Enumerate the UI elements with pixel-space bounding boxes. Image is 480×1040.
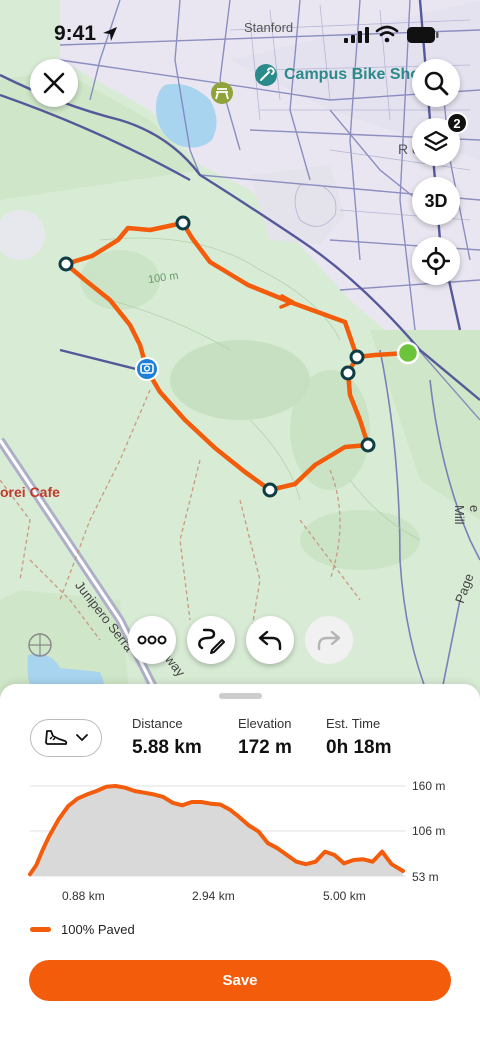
road-label-page-mill: e Mill <box>452 505 480 525</box>
undo-button[interactable] <box>246 616 294 664</box>
close-button[interactable] <box>30 59 78 107</box>
waypoint[interactable] <box>349 349 365 365</box>
status-bar: 9:41 <box>0 0 480 70</box>
est-time-value: 0h 18m <box>326 737 392 758</box>
waypoint[interactable] <box>360 437 376 453</box>
y-tick-label: 106 m <box>412 824 446 838</box>
more-dots-icon <box>137 635 167 645</box>
stat-elevation: Elevation 172 m <box>238 716 292 759</box>
search-button[interactable] <box>412 59 460 107</box>
viewpoint-marker <box>28 633 52 657</box>
est-time-label: Est. Time <box>326 716 381 731</box>
distance-label: Distance <box>132 716 183 731</box>
chevron-down-icon <box>76 734 88 742</box>
waypoint[interactable] <box>262 482 278 498</box>
route-draw-icon <box>198 628 225 654</box>
elevation-value: 172 m <box>238 737 292 758</box>
legend-label: 100% Paved <box>61 922 135 937</box>
photo-marker[interactable] <box>135 357 159 381</box>
shoe-icon <box>45 730 68 745</box>
x-tick-label: 0.88 km <box>62 889 105 903</box>
waypoint[interactable] <box>340 365 356 381</box>
redo-button[interactable] <box>305 616 353 664</box>
layers-button[interactable]: 2 <box>412 112 468 166</box>
surface-legend: 100% Paved <box>30 922 135 937</box>
sheet-grabber[interactable] <box>219 693 262 699</box>
close-icon <box>43 72 65 94</box>
layers-icon <box>423 130 449 152</box>
wifi-icon <box>375 25 399 43</box>
crosshair-icon <box>422 247 450 275</box>
waypoint[interactable] <box>58 256 74 272</box>
y-tick-label: 53 m <box>412 870 439 884</box>
stat-distance: Distance 5.88 km <box>132 716 202 759</box>
location-arrow-icon <box>103 27 117 41</box>
route-details-sheet: Distance 5.88 km Elevation 172 m Est. Ti… <box>0 684 480 1040</box>
draw-route-button[interactable] <box>187 616 235 664</box>
stat-est-time: Est. Time 0h 18m <box>326 716 391 759</box>
start-point[interactable] <box>396 341 420 365</box>
layers-count-badge: 2 <box>446 112 468 134</box>
3d-label: 3D <box>424 190 448 211</box>
waypoint[interactable] <box>175 215 191 231</box>
3d-view-button[interactable]: 3D <box>412 177 460 225</box>
undo-icon <box>258 630 282 651</box>
save-button[interactable]: Save <box>29 960 451 1001</box>
signal-icon <box>344 27 369 43</box>
picnic-marker[interactable] <box>211 82 233 104</box>
x-tick-label: 5.00 km <box>323 889 366 903</box>
x-tick-label: 2.94 km <box>192 889 235 903</box>
distance-value: 5.88 km <box>132 737 202 758</box>
battery-icon <box>407 27 439 43</box>
locate-me-button[interactable] <box>412 237 460 285</box>
map-canvas <box>0 0 480 700</box>
redo-icon <box>317 630 341 651</box>
search-icon <box>424 71 449 96</box>
cafe-label[interactable]: orei Cafe <box>0 484 60 500</box>
legend-swatch <box>30 927 51 932</box>
sport-type-selector[interactable] <box>30 719 102 757</box>
status-time: 9:41 <box>54 22 97 45</box>
y-tick-label: 160 m <box>412 779 446 793</box>
elevation-label: Elevation <box>238 716 292 731</box>
more-options-button[interactable] <box>128 616 176 664</box>
map-view[interactable]: Stanford Campus Bike Sho R ouse 100 m or… <box>0 0 480 700</box>
